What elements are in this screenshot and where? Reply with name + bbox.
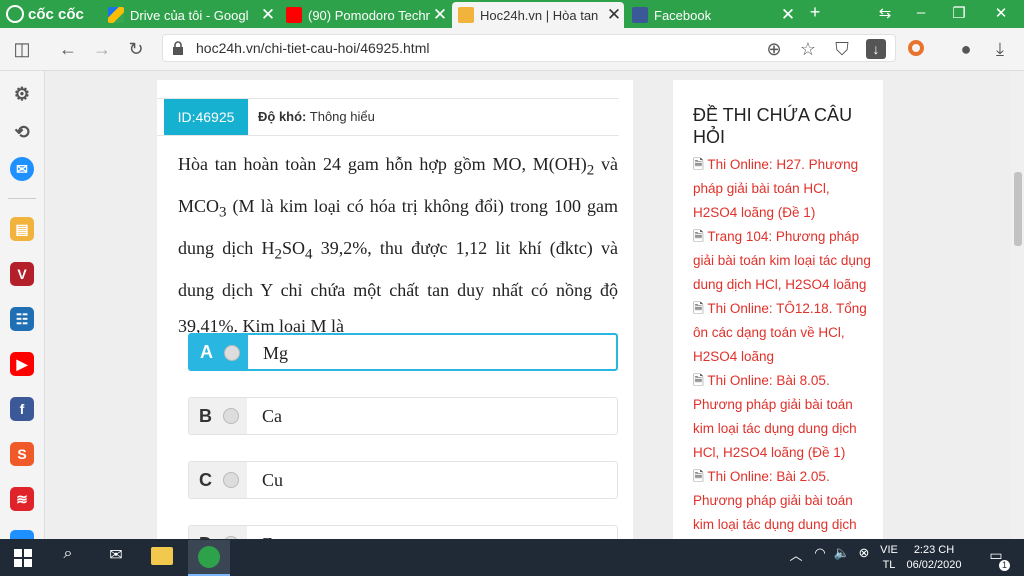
close-tab-icon[interactable]: ✕ (778, 5, 798, 25)
question-text: Hòa tan hoàn toàn 24 gam hỗn hợp gồm MO,… (178, 154, 618, 336)
related-exam-link[interactable]: 🗎 Thi Online: TÔ12.18. Tổng ôn các dạng … (693, 297, 875, 369)
option-text: Cu (262, 470, 284, 490)
answer-option-d-clip: D Zn (188, 525, 618, 539)
history-icon[interactable]: ⟲ (10, 120, 34, 144)
tab-list-icon[interactable]: ⇆ (870, 4, 900, 22)
v-app-icon[interactable]: V (10, 262, 34, 286)
divider (157, 135, 619, 136)
downloads-icon[interactable]: ⤓ (988, 38, 1012, 60)
related-exam-link[interactable]: 🗎 Trang 104: Phương pháp giải bài toán k… (693, 225, 875, 297)
new-tab-button[interactable]: + (800, 2, 830, 23)
coccoc-taskbar-icon[interactable] (198, 546, 220, 568)
dictionary-icon[interactable]: ☷ (10, 307, 34, 331)
scrollbar-track[interactable] (1011, 71, 1024, 539)
facebook-icon[interactable]: f (10, 397, 34, 421)
download-video-icon[interactable]: ↓ (866, 39, 886, 59)
related-exam-link-clip: 🗎 Thi Online: Bài 2.05. Phương pháp giải… (693, 465, 875, 539)
answer-option-b[interactable]: B Ca (188, 397, 618, 435)
facebook-icon (632, 7, 648, 23)
option-text: Ca (262, 406, 282, 426)
language-indicator[interactable]: VIE TL (876, 543, 902, 573)
taskbar-clock[interactable]: 2:23 CH 06/02/2020 (904, 543, 964, 573)
option-letter: A (190, 335, 248, 369)
extension-icon[interactable] (908, 40, 924, 56)
question-id-badge: ID:46925 (164, 99, 248, 135)
search-icon[interactable]: ⌕ (54, 545, 82, 563)
windows-start-icon[interactable] (14, 549, 32, 567)
radio-icon[interactable] (223, 472, 239, 488)
lock-icon (172, 41, 184, 55)
document-icon: 🗎 (693, 373, 704, 388)
settings-gear-icon[interactable]: ⚙ (10, 82, 34, 106)
sidebar-divider (8, 198, 36, 199)
bookmark-star-icon[interactable]: ☆ (796, 38, 820, 60)
coccoc-menu-button[interactable]: cốc cốc (6, 3, 98, 25)
notification-icon[interactable]: ▭ 1 (986, 547, 1010, 571)
google-drive-icon (108, 7, 124, 23)
more-apps-icon[interactable] (10, 530, 34, 539)
youtube-icon[interactable]: ▶ (10, 352, 34, 376)
related-exam-link[interactable]: 🗎 Thi Online: Bài 8.05. Phương pháp giải… (693, 369, 875, 465)
notification-count-badge: 1 (999, 560, 1010, 571)
zoom-icon[interactable]: ⊕ (762, 38, 786, 60)
coccoc-logo-icon (6, 5, 24, 23)
answer-option-d[interactable]: D Zn (188, 525, 618, 539)
document-icon: 🗎 (693, 229, 704, 244)
file-explorer-icon[interactable] (151, 547, 173, 565)
messenger-icon[interactable]: ✉ (10, 157, 34, 181)
minimize-icon[interactable]: – (906, 4, 936, 21)
book-icon[interactable]: ▤ (10, 217, 34, 241)
option-letter: C (189, 462, 247, 498)
back-icon[interactable]: ← (56, 38, 80, 60)
account-icon[interactable]: ● (954, 38, 978, 60)
close-tab-icon[interactable]: ✕ (604, 5, 624, 25)
document-icon: 🗎 (693, 301, 704, 316)
difficulty-label: Độ khó: Thông hiểu (258, 109, 375, 124)
document-icon: 🗎 (693, 157, 704, 172)
game-icon[interactable]: ≋ (10, 487, 34, 511)
close-tab-icon[interactable]: ✕ (430, 5, 450, 25)
document-icon: 🗎 (693, 469, 704, 484)
network-off-icon[interactable]: ⊗ (850, 545, 878, 561)
related-exam-link[interactable]: 🗎 Thi Online: Bài 2.05. Phương pháp giải… (693, 465, 875, 539)
sidebar-toggle-icon[interactable]: ◫ (10, 38, 34, 60)
option-letter: B (189, 398, 247, 434)
forward-icon[interactable]: → (90, 38, 114, 60)
tab-google-drive[interactable]: Drive của tôi - Googl ✕ (102, 2, 278, 28)
related-exam-link[interactable]: 🗎 Thi Online: H27. Phương pháp giải bài … (693, 153, 875, 225)
option-letter: D (189, 526, 247, 539)
radio-icon[interactable] (224, 345, 240, 361)
close-tab-icon[interactable]: ✕ (258, 5, 278, 25)
related-exams-title: ĐỀ THI CHỨA CÂU HỎI (693, 105, 853, 147)
maximize-icon[interactable]: ❐ (944, 4, 974, 22)
book-icon (458, 7, 474, 23)
tab-facebook[interactable]: Facebook ✕ (626, 2, 798, 28)
shopee-icon[interactable]: S (10, 442, 34, 466)
reload-icon[interactable]: ↻ (124, 38, 148, 60)
radio-icon[interactable] (223, 408, 239, 424)
tab-youtube[interactable]: (90) Pomodoro Techn ✕ (280, 2, 450, 28)
scrollbar-thumb[interactable] (1014, 172, 1022, 246)
shield-icon[interactable]: ⛉ (830, 38, 854, 60)
tab-hoc24h[interactable]: Hoc24h.vn | Hòa tan ✕ (452, 2, 624, 28)
youtube-icon (286, 7, 302, 23)
option-text: Mg (263, 343, 289, 363)
answer-option-a[interactable]: A Mg (188, 333, 618, 371)
close-window-icon[interactable]: ✕ (986, 4, 1016, 22)
mail-icon[interactable]: ✉ (102, 545, 130, 565)
answer-option-c[interactable]: C Cu (188, 461, 618, 499)
url-text[interactable]: hoc24h.vn/chi-tiet-cau-hoi/46925.html (196, 40, 429, 56)
